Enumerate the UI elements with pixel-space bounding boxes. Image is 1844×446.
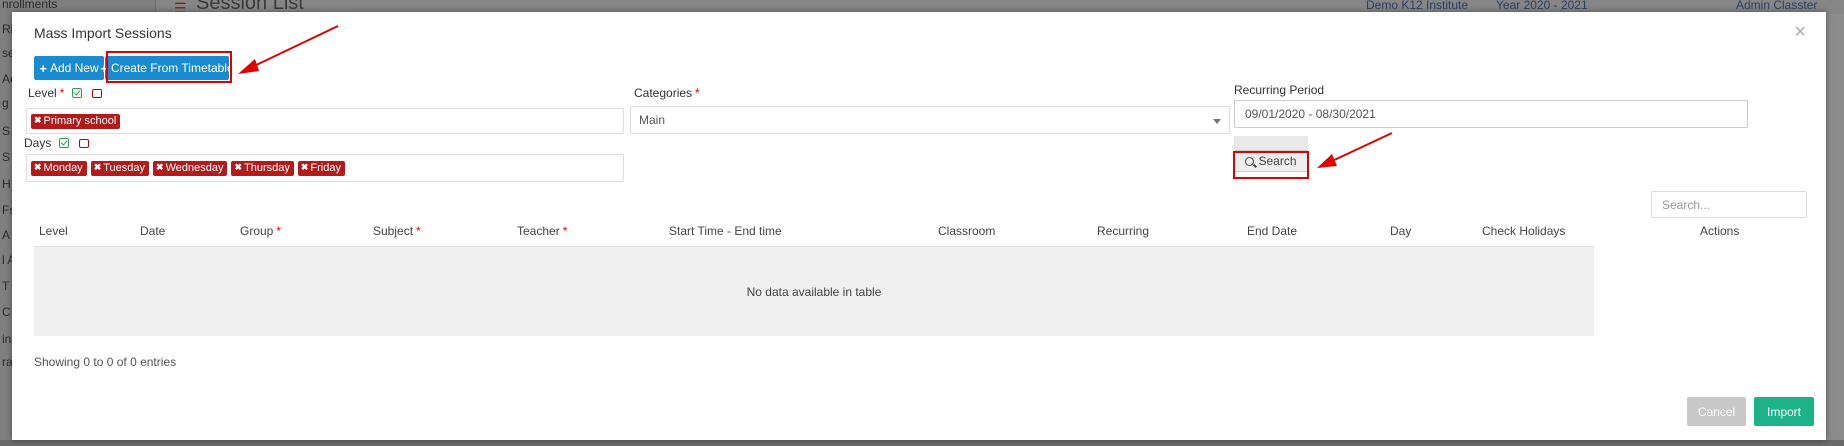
background-sidebar-item: nrollments — [2, 0, 58, 11]
background-bottom-bar — [0, 440, 1844, 446]
background-sidebar-item: T — [2, 279, 10, 293]
background-sidebar-item: S — [2, 124, 11, 138]
mass-import-sessions-modal: Mass Import Sessions × + Add New + Creat… — [12, 12, 1826, 440]
background-sidebar-item: S — [2, 150, 11, 164]
annotation-arrow-search — [1317, 132, 1393, 168]
background-sidebar-item: H — [2, 177, 11, 191]
annotation-arrows — [238, 25, 1393, 168]
user-menu: Admin Classter — [1736, 0, 1818, 12]
background-sidebar-item: A — [2, 228, 11, 242]
institute-name: Demo K12 Institute — [1366, 0, 1469, 12]
annotation-arrow-timetable — [238, 25, 339, 74]
background-sidebar-item: C — [2, 305, 11, 319]
year-selector: Year 2020 - 2021 — [1496, 0, 1588, 12]
background-sidebar-item: g — [2, 96, 9, 110]
